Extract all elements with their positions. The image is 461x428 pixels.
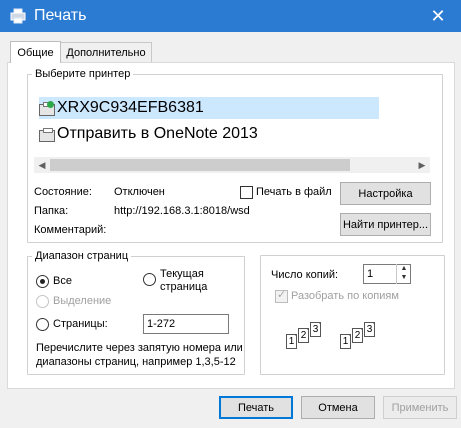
range-selection-radio[interactable] — [36, 295, 49, 308]
copies-label: Число копий: — [271, 269, 339, 281]
status-label: Состояние: — [34, 186, 92, 198]
collate-page-number: 1 — [342, 336, 349, 347]
scrollbar-thumb[interactable] — [50, 159, 350, 171]
collate-page-icon: 2 — [298, 328, 309, 343]
tab-general-label: Общие — [17, 46, 54, 59]
printer-name: XRX9C934EFB6381 — [57, 99, 204, 116]
collate-page-icon: 1 — [340, 334, 351, 349]
copies-input-value: 1 — [367, 268, 374, 280]
collate-page-icon: 3 — [310, 322, 321, 337]
range-current-page-label-1: Текущая — [160, 268, 204, 280]
tab-advanced[interactable]: Дополнительно — [60, 42, 152, 63]
page-range-legend: Диапазон страниц — [35, 250, 129, 262]
page-range-hint-1: Перечислите через запятую номера или — [36, 342, 243, 354]
range-pages-label: Страницы: — [53, 318, 108, 330]
apply-button-label: Применить — [391, 401, 449, 414]
location-value: http://192.168.3.1:8018/wsd — [114, 205, 250, 217]
print-button[interactable]: Печать — [219, 396, 293, 419]
print-to-file-label: Печать в файл — [256, 186, 332, 198]
pages-input-value: 1-272 — [147, 318, 176, 330]
cancel-button[interactable]: Отмена — [301, 396, 375, 419]
page-range-hint-2: диапазоны страниц, например 1,3,5-12 — [36, 356, 236, 368]
collate-checkbox[interactable] — [275, 288, 288, 303]
apply-button[interactable]: Применить — [383, 396, 457, 419]
collate-illustration: 1 2 3 1 2 3 — [286, 320, 386, 360]
comment-label: Комментарий: — [34, 224, 107, 236]
pages-input[interactable]: 1-272 — [143, 314, 229, 334]
printer-app-icon — [10, 8, 26, 24]
range-all-label: Все — [53, 275, 72, 287]
range-all-radio[interactable] — [36, 275, 49, 288]
printer-item-xrx[interactable]: XRX9C934EFB6381 — [39, 97, 379, 119]
cancel-button-label: Отмена — [318, 401, 358, 414]
range-current-page-label-2: страница — [160, 281, 208, 293]
print-to-file-checkbox[interactable] — [240, 186, 253, 199]
spin-down-icon[interactable]: ▼ — [397, 273, 411, 282]
printer-list-scrollbar[interactable]: ◀ ▶ — [34, 157, 430, 173]
collate-page-icon: 3 — [364, 322, 375, 337]
print-button-label: Печать — [237, 401, 275, 414]
tab-advanced-label: Дополнительно — [66, 47, 146, 59]
window-title: Печать — [34, 7, 87, 24]
range-selection-label: Выделение — [53, 295, 112, 307]
collate-page-number: 3 — [312, 324, 319, 335]
title-bar: Печать ✕ — [0, 0, 461, 32]
collate-page-number: 1 — [288, 336, 295, 347]
range-current-page-radio[interactable] — [143, 273, 156, 286]
printer-item-onenote[interactable]: Отправить в OneNote 2013 — [39, 123, 258, 145]
spin-up-icon[interactable]: ▲ — [397, 264, 411, 273]
collate-page-number: 2 — [300, 330, 307, 341]
location-label: Папка: — [34, 205, 69, 217]
find-printer-button-label: Найти принтер... — [342, 218, 429, 231]
range-pages-radio[interactable] — [36, 318, 49, 331]
network-printer-ok-icon — [39, 101, 55, 116]
close-icon: ✕ — [430, 5, 446, 26]
find-printer-button[interactable]: Найти принтер... — [340, 213, 431, 236]
tab-general[interactable]: Общие — [10, 41, 61, 63]
copies-spinner[interactable]: ▲ ▼ — [396, 264, 411, 284]
printer-name: Отправить в OneNote 2013 — [57, 125, 258, 142]
printer-icon — [39, 127, 55, 142]
close-button[interactable]: ✕ — [415, 0, 461, 32]
preferences-button-label: Настройка — [358, 187, 413, 200]
collate-page-icon: 1 — [286, 334, 297, 349]
printer-group-legend: Выберите принтер — [35, 68, 131, 80]
scroll-left-icon[interactable]: ◀ — [34, 157, 50, 173]
collate-page-icon: 2 — [352, 328, 363, 343]
collate-page-number: 3 — [366, 324, 373, 335]
preferences-button[interactable]: Настройка — [340, 182, 431, 205]
status-value: Отключен — [114, 186, 165, 198]
collate-label: Разобрать по копиям — [291, 290, 399, 302]
collate-page-number: 2 — [354, 330, 361, 341]
scroll-right-icon[interactable]: ▶ — [414, 157, 430, 173]
